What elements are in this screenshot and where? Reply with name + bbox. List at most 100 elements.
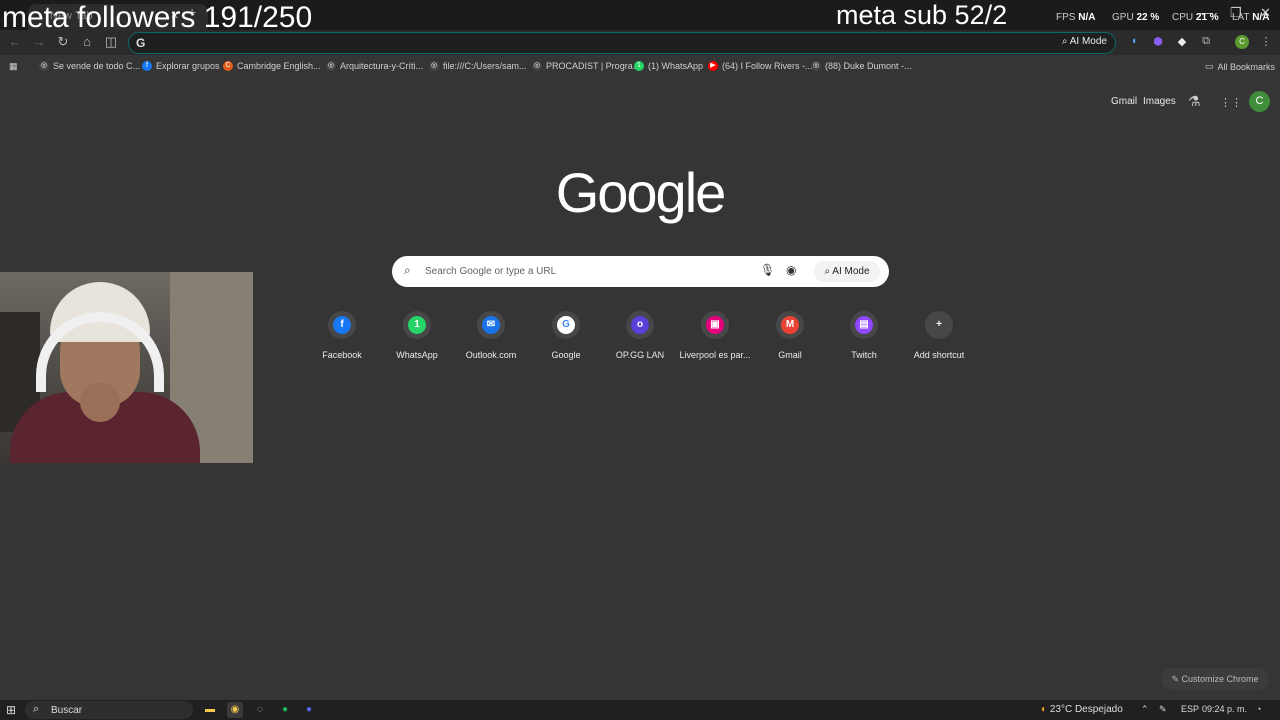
customize-chrome-label: Customize Chrome: [1181, 674, 1259, 684]
search-icon: ⌕: [404, 263, 411, 277]
gpu-stat: GPU 22 %: [1112, 12, 1159, 23]
extension-wave-icon[interactable]: ◖: [1126, 35, 1142, 47]
shortcut-icon-circle: G: [552, 311, 580, 339]
profile-avatar[interactable]: C: [1235, 35, 1249, 49]
gpu-value: 22 %: [1136, 12, 1160, 23]
ai-mode-button[interactable]: ⌕ AI Mode: [1062, 36, 1107, 47]
wifi-icon[interactable]: ◔: [1256, 704, 1261, 714]
opgg-icon: o: [631, 316, 649, 334]
google-search-box[interactable]: ⌕ Search Google or type a URL 🎙︎ ◉ ⌕ AI …: [392, 256, 889, 287]
bookmark-label: (88) Duke Dumont -...: [825, 61, 912, 71]
search-input[interactable]: Search Google or type a URL: [425, 266, 556, 277]
customize-chrome-button[interactable]: ✎ Customize Chrome: [1161, 668, 1269, 690]
shortcut-tile[interactable]: 1 WhatsApp: [381, 311, 453, 360]
search-ai-mode-button[interactable]: ⌕ AI Mode: [814, 261, 880, 282]
extensions-puzzle-icon[interactable]: ⧉: [1198, 35, 1214, 48]
app-circle-icon[interactable]: ◌: [252, 702, 268, 718]
bookmark-item[interactable]: ▶ (64) I Follow Rivers -...: [708, 61, 813, 71]
google-apps-icon[interactable]: ⋮⋮: [1220, 96, 1242, 109]
bookmark-item[interactable]: f Explorar grupos: [142, 61, 220, 71]
google-favicon-icon: G: [136, 36, 146, 50]
bookmark-item[interactable]: ◎ (88) Duke Dumont -...: [811, 61, 912, 71]
windows-start-icon[interactable]: ⊞: [6, 703, 16, 717]
fps-stat: FPS N/A: [1056, 12, 1095, 23]
shortcut-icon-circle: ✉: [477, 311, 505, 339]
apps-grid-icon[interactable]: ▦: [9, 61, 18, 72]
gmail-icon: M: [781, 316, 799, 334]
bookmark-item[interactable]: ◎ Se vende de todo C...: [39, 61, 140, 71]
menu-icon[interactable]: ⋮: [1258, 35, 1274, 48]
shortcut-tile[interactable]: o OP.GG LAN: [604, 311, 676, 360]
shortcut-label: Gmail: [778, 350, 802, 360]
bookmark-item[interactable]: ◎ file:///C:/Users/sam...: [429, 61, 527, 71]
lat-value: N/A: [1252, 12, 1270, 23]
pen-icon[interactable]: ✎: [1159, 704, 1167, 715]
shortcut-tile[interactable]: f Facebook: [306, 311, 378, 360]
bookmark-item[interactable]: ◎ PROCADIST | Progra...: [532, 61, 640, 71]
bookmark-label: Arquitectura-y-Críti...: [340, 61, 424, 71]
facebook-icon: f: [333, 316, 351, 334]
sun-icon: ◐: [1041, 704, 1048, 715]
globe-icon: ◎: [39, 61, 49, 71]
liverpool-icon: ▣: [706, 316, 724, 334]
language-indicator[interactable]: ESP: [1181, 704, 1199, 714]
spotify-icon[interactable]: ●: [277, 702, 293, 718]
outlook-icon: ✉: [482, 316, 500, 334]
weather-text: 23°C Despejado: [1049, 704, 1123, 715]
lat-label: LAT: [1232, 12, 1250, 23]
labs-icon[interactable]: ⚗: [1188, 93, 1201, 110]
chrome-icon[interactable]: ◉: [227, 702, 243, 718]
reload-icon[interactable]: ↻: [54, 34, 72, 50]
clock[interactable]: 09:24 p. m.: [1202, 704, 1247, 714]
shortcut-label: Facebook: [322, 350, 362, 360]
shortcut-icon-circle: ▤: [850, 311, 878, 339]
tray-chevron-icon[interactable]: ⌃: [1141, 704, 1149, 715]
shortcut-tile[interactable]: ▣ Liverpool es par...: [679, 311, 751, 360]
gmail-link[interactable]: Gmail: [1111, 96, 1137, 107]
split-view-icon[interactable]: ◫: [102, 34, 120, 50]
folder-icon: ▭: [1205, 61, 1214, 71]
shortcut-tile[interactable]: M Gmail: [754, 311, 826, 360]
cpu-stat: CPU 21 %: [1172, 12, 1219, 23]
shortcut-label: Twitch: [851, 350, 877, 360]
microphone-icon[interactable]: 🎙︎: [760, 263, 775, 277]
forward-icon[interactable]: →: [30, 34, 48, 49]
plus-icon: +: [930, 316, 948, 334]
bookmark-item[interactable]: ◎ Arquitectura-y-Críti...: [326, 61, 423, 71]
cpu-value: 21 %: [1195, 12, 1219, 23]
google-account-avatar[interactable]: C: [1249, 91, 1270, 112]
shortcut-tile[interactable]: + Add shortcut: [903, 311, 975, 360]
globe-icon: ◎: [811, 61, 821, 71]
globe-icon: ◎: [429, 61, 439, 71]
file-explorer-icon[interactable]: ▬: [202, 702, 218, 718]
browser-toolbar: ← → ↻ ⌂ ◫ G ⌕ AI Mode ◖ ⬢ ◆ ⧉ C ⋮: [0, 30, 1280, 55]
lens-icon[interactable]: ◉: [786, 263, 796, 277]
taskbar-search-icon: ⌕: [33, 703, 40, 715]
globe-icon: ◎: [326, 61, 336, 71]
facebook-icon: f: [142, 61, 152, 71]
shortcut-icon-circle: o: [626, 311, 654, 339]
extension-shield-icon[interactable]: ⬢: [1150, 35, 1166, 48]
taskbar-search[interactable]: ⌕ Buscar: [25, 701, 193, 719]
back-icon[interactable]: ←: [6, 34, 24, 49]
shortcut-tile[interactable]: ✉ Outlook.com: [455, 311, 527, 360]
cpu-label: CPU: [1172, 12, 1194, 23]
bookmark-label: Cambridge English...: [237, 61, 321, 71]
home-icon[interactable]: ⌂: [78, 34, 96, 49]
weather-widget[interactable]: ◐ 23°C Despejado: [1041, 704, 1123, 715]
shortcut-tile[interactable]: ▤ Twitch: [828, 311, 900, 360]
bookmark-item[interactable]: C Cambridge English...: [223, 61, 321, 71]
taskbar-search-label: Buscar: [51, 705, 83, 716]
bookmark-item[interactable]: 1 (1) WhatsApp: [634, 61, 703, 71]
all-bookmarks-button[interactable]: ▭ All Bookmarks: [1205, 61, 1275, 72]
bookmark-label: file:///C:/Users/sam...: [443, 61, 527, 71]
windows-taskbar: ⊞ ⌕ Buscar ▬ ◉ ◌ ● ● ◐ 23°C Despejado ⌃ …: [0, 700, 1280, 720]
webcam-feed: [0, 272, 253, 463]
extension-diamond-icon[interactable]: ◆: [1174, 35, 1190, 48]
shortcut-tile[interactable]: G Google: [530, 311, 602, 360]
google-logo: Google: [555, 161, 727, 224]
address-bar[interactable]: G ⌕ AI Mode: [128, 32, 1116, 54]
discord-icon[interactable]: ●: [301, 702, 317, 718]
youtube-icon: ▶: [708, 61, 718, 71]
images-link[interactable]: Images: [1143, 96, 1176, 107]
